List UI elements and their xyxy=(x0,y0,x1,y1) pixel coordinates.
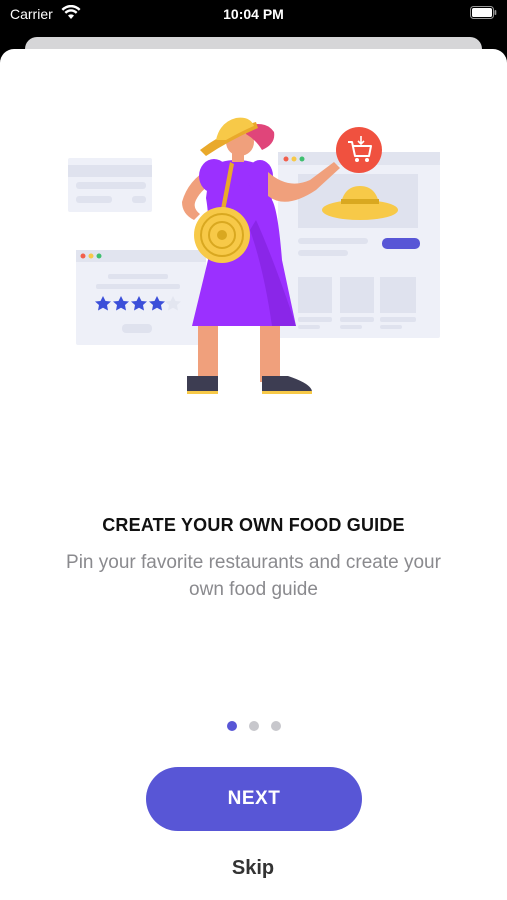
woman-shopping-hat-illustration xyxy=(68,117,440,394)
page-indicator xyxy=(0,721,507,731)
status-bar: Carrier 10:04 PM xyxy=(0,0,507,30)
page-dot-1[interactable] xyxy=(226,721,237,731)
next-button[interactable]: NEXT xyxy=(146,767,362,831)
onboarding-title: CREATE YOUR OWN FOOD GUIDE xyxy=(102,515,405,535)
clock: 10:04 PM xyxy=(223,6,284,22)
page-dot-3[interactable] xyxy=(270,721,281,731)
onboarding-subtitle: Pin your favorite restaurants and create… xyxy=(66,552,441,600)
battery-full-icon xyxy=(470,6,497,19)
skip-button[interactable]: Skip xyxy=(203,852,303,884)
page-dot-2[interactable] xyxy=(248,721,259,731)
